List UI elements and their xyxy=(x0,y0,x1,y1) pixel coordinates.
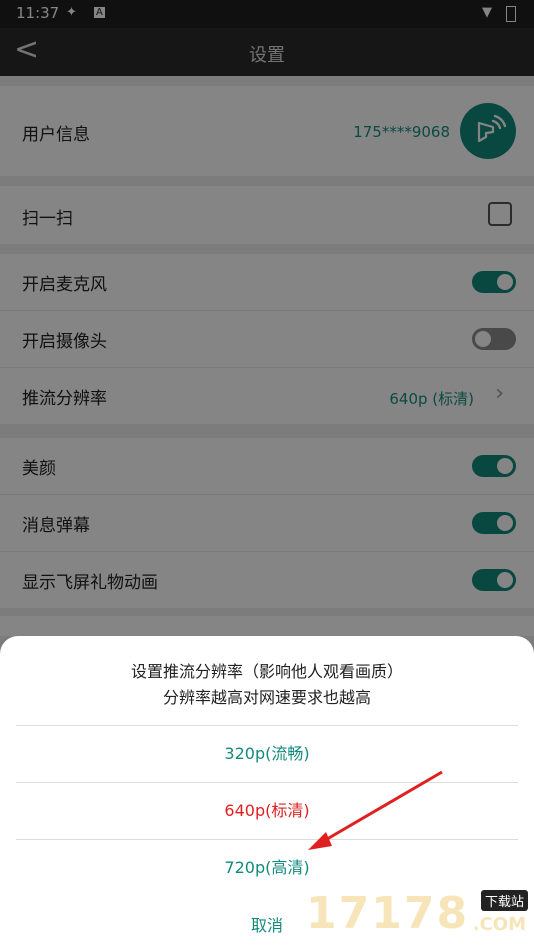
watermark-tag: 下载站 xyxy=(480,890,528,911)
annotation-arrow-icon xyxy=(308,770,443,850)
watermark-logo: 17178 下载站 .COM xyxy=(306,888,528,944)
watermark-domain: .COM xyxy=(472,914,526,935)
watermark-numbers: 17178 xyxy=(306,888,470,939)
